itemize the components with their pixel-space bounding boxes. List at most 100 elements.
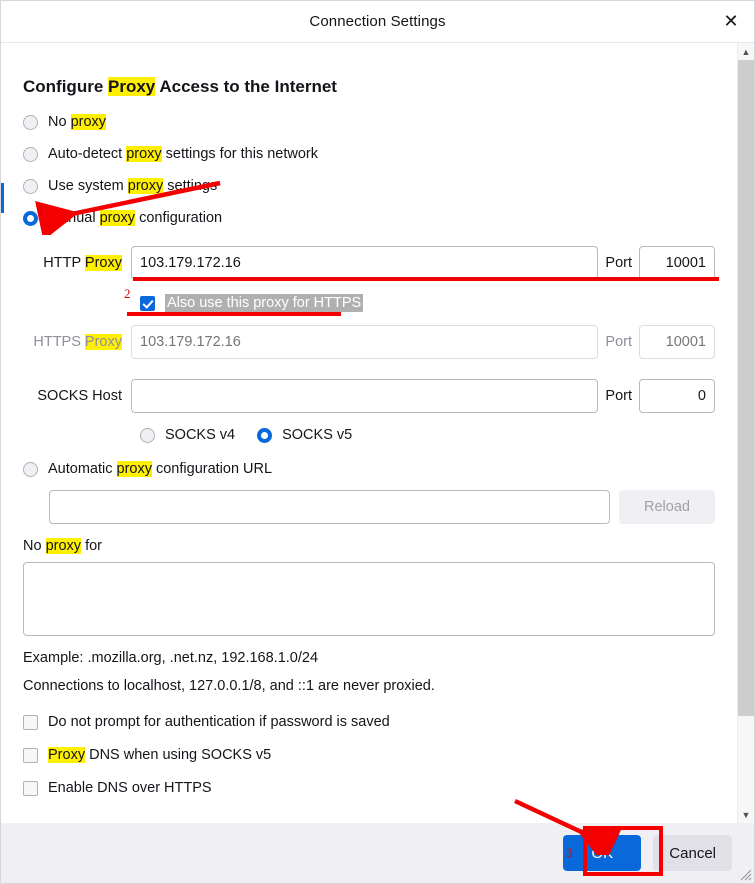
example-hint: Example: .mozilla.org, .net.nz, 192.168.… bbox=[23, 650, 715, 666]
socks-host-input[interactable] bbox=[131, 379, 598, 413]
connection-settings-dialog: Connection Settings ✕ Configure Proxy Ac… bbox=[0, 0, 755, 884]
resize-grip-icon[interactable] bbox=[738, 867, 752, 881]
label-highlight: proxy bbox=[126, 146, 161, 162]
label-prefix: Enable DNS over HTTPS bbox=[48, 780, 212, 796]
label-highlight: proxy bbox=[100, 210, 135, 226]
focus-edge-marker bbox=[1, 183, 4, 213]
label-highlight: proxy bbox=[117, 461, 152, 477]
label-suffix: for bbox=[81, 538, 102, 554]
radio-label-use-system: Use system proxy settings bbox=[48, 178, 217, 194]
checkbox-icon-proxy-dns bbox=[23, 748, 38, 763]
no-proxy-for-label: No proxy for bbox=[23, 538, 715, 554]
radio-socks-v5[interactable]: SOCKS v5 bbox=[257, 427, 352, 443]
no-proxy-for-textarea[interactable] bbox=[23, 562, 715, 636]
https-proxy-input bbox=[131, 325, 598, 359]
section-heading-suffix: Access to the Internet bbox=[155, 77, 337, 96]
checkbox-label-enable-doh: Enable DNS over HTTPS bbox=[48, 780, 212, 796]
label-suffix: settings bbox=[163, 178, 217, 194]
pac-url-input[interactable] bbox=[49, 490, 610, 524]
section-heading-prefix: Configure bbox=[23, 77, 108, 96]
label-prefix: Do not prompt for authentication if pass… bbox=[48, 714, 390, 730]
label-highlight: Proxy bbox=[85, 255, 122, 271]
section-heading: Configure Proxy Access to the Internet bbox=[23, 77, 715, 97]
radio-automatic-pac[interactable]: Automatic proxy configuration URL bbox=[23, 461, 715, 477]
checkbox-icon-enable-doh bbox=[23, 781, 38, 796]
radio-icon-socks-v5 bbox=[257, 428, 272, 443]
socks-port-input[interactable] bbox=[639, 379, 715, 413]
radio-icon-socks-v4 bbox=[140, 428, 155, 443]
close-icon[interactable]: ✕ bbox=[708, 1, 754, 41]
https-port-label: Port bbox=[598, 334, 639, 350]
label-suffix: DNS when using SOCKS v5 bbox=[85, 747, 271, 763]
radio-label-auto-detect: Auto-detect proxy settings for this netw… bbox=[48, 146, 318, 162]
label-highlight: proxy bbox=[128, 178, 163, 194]
radio-label-automatic-pac: Automatic proxy configuration URL bbox=[48, 461, 272, 477]
label-highlight: Proxy bbox=[85, 334, 122, 350]
socks-host-row: SOCKS Host Port bbox=[23, 379, 715, 413]
dialog-footer: OK Cancel bbox=[1, 823, 754, 883]
also-https-checkbox-row[interactable]: Also use this proxy for HTTPS bbox=[140, 294, 715, 312]
http-proxy-label: HTTP Proxy bbox=[23, 255, 131, 271]
label-highlight: proxy bbox=[46, 538, 81, 554]
radio-icon-auto-detect bbox=[23, 147, 38, 162]
radio-icon-automatic-pac bbox=[23, 462, 38, 477]
radio-icon-no-proxy bbox=[23, 115, 38, 130]
socks-port-label: Port bbox=[598, 388, 639, 404]
http-port-label: Port bbox=[598, 255, 639, 271]
http-proxy-input[interactable] bbox=[131, 246, 598, 280]
label-suffix: settings for this network bbox=[162, 146, 318, 162]
radio-manual-proxy[interactable]: Manual proxy configuration bbox=[23, 210, 715, 226]
radio-label-socks-v5: SOCKS v5 bbox=[282, 427, 352, 443]
radio-label-no-proxy: No proxy bbox=[48, 114, 106, 130]
radio-label-socks-v4: SOCKS v4 bbox=[165, 427, 235, 443]
reload-button[interactable]: Reload bbox=[619, 490, 715, 524]
label-prefix: No bbox=[48, 114, 71, 130]
vertical-scrollbar[interactable]: ▲ ▼ bbox=[737, 43, 754, 823]
label-prefix: Automatic bbox=[48, 461, 117, 477]
checkbox-proxy-dns[interactable]: Proxy DNS when using SOCKS v5 bbox=[23, 747, 715, 763]
checkbox-icon-also-https bbox=[140, 296, 155, 311]
ok-button[interactable]: OK bbox=[563, 835, 641, 871]
checkbox-label-proxy-dns: Proxy DNS when using SOCKS v5 bbox=[48, 747, 271, 763]
label-prefix: HTTP bbox=[43, 255, 85, 271]
chevron-up-icon[interactable]: ▲ bbox=[738, 43, 754, 60]
https-port-input bbox=[639, 325, 715, 359]
scrollbar-thumb[interactable] bbox=[738, 60, 754, 716]
socks-host-label: SOCKS Host bbox=[23, 388, 131, 404]
http-proxy-row: HTTP Proxy Port bbox=[23, 246, 715, 280]
label-prefix: Manual bbox=[48, 210, 100, 226]
chevron-down-icon[interactable]: ▼ bbox=[738, 806, 754, 823]
http-port-input[interactable] bbox=[639, 246, 715, 280]
radio-label-manual-proxy: Manual proxy configuration bbox=[48, 210, 222, 226]
https-proxy-row: HTTPS Proxy Port bbox=[23, 325, 715, 359]
checkbox-icon-no-prompt-auth bbox=[23, 715, 38, 730]
label-prefix: Auto-detect bbox=[48, 146, 126, 162]
dialog-body: Configure Proxy Access to the Internet N… bbox=[1, 43, 754, 823]
label-suffix: configuration bbox=[135, 210, 222, 226]
radio-icon-use-system bbox=[23, 179, 38, 194]
label-highlight: proxy bbox=[71, 114, 106, 130]
label-highlight: Proxy bbox=[48, 747, 85, 763]
radio-auto-detect[interactable]: Auto-detect proxy settings for this netw… bbox=[23, 146, 715, 162]
section-heading-highlight: Proxy bbox=[108, 77, 155, 96]
title-bar: Connection Settings ✕ bbox=[1, 1, 754, 43]
radio-socks-v4[interactable]: SOCKS v4 bbox=[140, 427, 235, 443]
https-proxy-label: HTTPS Proxy bbox=[23, 334, 131, 350]
checkbox-label-no-prompt-auth: Do not prompt for authentication if pass… bbox=[48, 714, 390, 730]
radio-no-proxy[interactable]: No proxy bbox=[23, 114, 715, 130]
cancel-button[interactable]: Cancel bbox=[653, 835, 732, 871]
radio-icon-manual-proxy bbox=[23, 211, 38, 226]
also-https-label: Also use this proxy for HTTPS bbox=[165, 294, 363, 312]
radio-use-system[interactable]: Use system proxy settings bbox=[23, 178, 715, 194]
settings-content: Configure Proxy Access to the Internet N… bbox=[1, 43, 737, 823]
page-title: Connection Settings bbox=[309, 13, 445, 30]
checkbox-enable-doh[interactable]: Enable DNS over HTTPS bbox=[23, 780, 715, 796]
socks-version-group: SOCKS v4 SOCKS v5 bbox=[140, 427, 715, 443]
label-prefix: No bbox=[23, 538, 46, 554]
label-suffix: configuration URL bbox=[152, 461, 272, 477]
label-prefix: HTTPS bbox=[33, 334, 85, 350]
pac-url-row: Reload bbox=[49, 490, 715, 524]
localhost-hint: Connections to localhost, 127.0.0.1/8, a… bbox=[23, 678, 715, 694]
scrollbar-track[interactable] bbox=[738, 60, 754, 806]
checkbox-no-prompt-auth[interactable]: Do not prompt for authentication if pass… bbox=[23, 714, 715, 730]
